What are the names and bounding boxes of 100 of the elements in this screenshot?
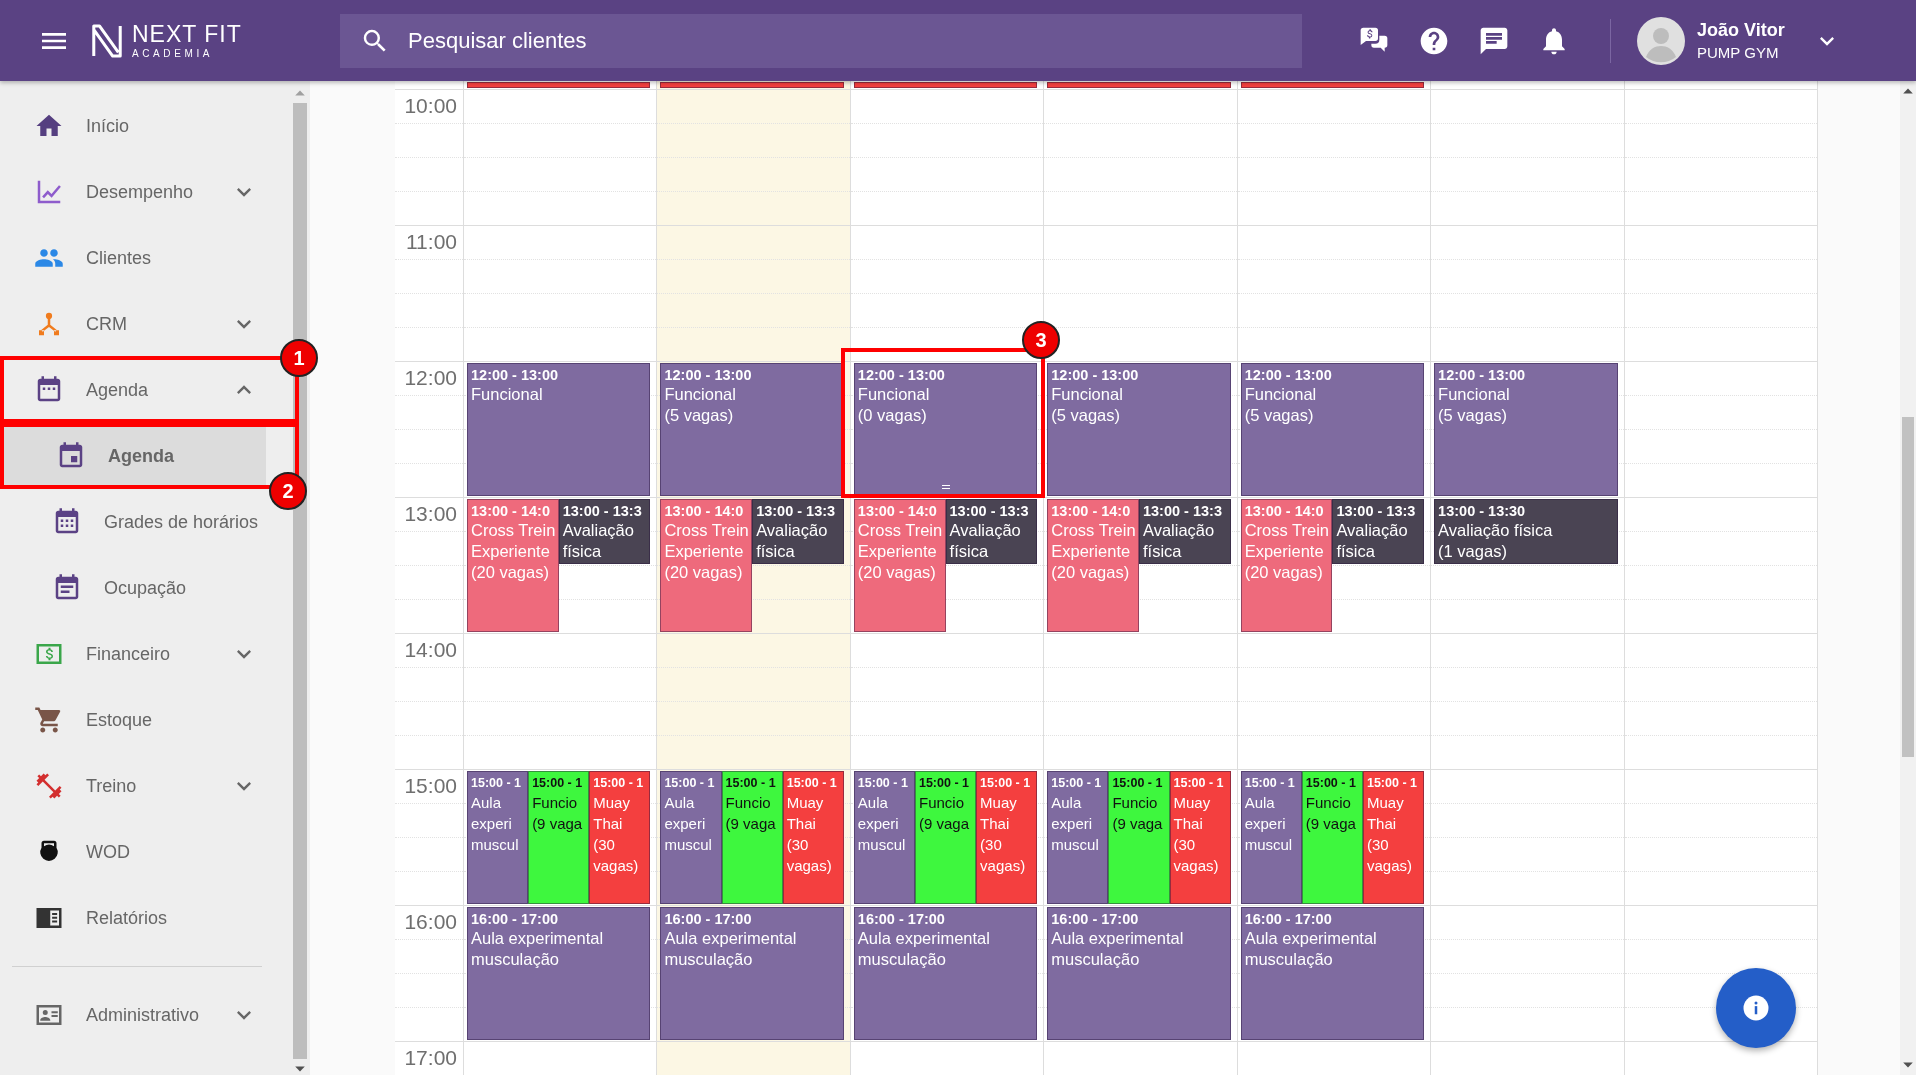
event-time: 16:00 - 17:00 xyxy=(664,910,753,928)
event-block[interactable]: 13:00 - 13:3 Avaliação física xyxy=(752,499,844,564)
event-title: (30 xyxy=(980,835,1003,855)
scrollbar-thumb[interactable] xyxy=(1902,417,1914,757)
sidebar-item[interactable]: Relatórios xyxy=(0,885,266,951)
event-time: 15:00 - 1 xyxy=(664,775,716,792)
event-block[interactable]: 15:00 - 1 Funcio (9 vaga xyxy=(528,771,590,904)
event-block[interactable]: 15:00 - 1 Funcio (9 vaga xyxy=(1108,771,1170,904)
event-block[interactable]: 13:00 - 13:3 Avaliação física xyxy=(1332,499,1425,564)
event-block[interactable]: 15:00 - 1 Funcio (9 vaga xyxy=(721,771,783,904)
event-block[interactable]: 16:00 - 17:00 Aula experimental musculação xyxy=(1240,907,1425,1040)
sidebar-item[interactable]: Desempenho xyxy=(0,159,266,225)
search-field[interactable]: Pesquisar clientes xyxy=(406,26,1282,55)
event-title: muscul xyxy=(1244,835,1294,855)
hour-label: 11:00 xyxy=(406,230,457,254)
event-title: experi xyxy=(1244,814,1287,834)
event-title: (20 vagas) xyxy=(857,562,937,583)
resize-handle[interactable] xyxy=(941,485,950,489)
event-block[interactable]: 13:00 - 14:0 Cross Trein Experiente (20 vagas) xyxy=(660,499,753,632)
event-title: (9 vaga xyxy=(725,814,777,834)
dumbbell-icon xyxy=(34,771,64,801)
event-title: musculação xyxy=(1244,949,1334,970)
event-title: Funcio xyxy=(1305,793,1352,813)
event-title: muscul xyxy=(471,835,520,855)
sidebar-item[interactable]: Agenda xyxy=(0,357,266,423)
event-block[interactable]: 13:00 - 13:3 Avaliação física xyxy=(945,499,1038,564)
event-time: 13:00 - 13:3 xyxy=(949,502,1030,520)
event-title: Cross Trein xyxy=(471,520,555,541)
event-title: (30 xyxy=(786,835,810,855)
hour-label: 13:00 xyxy=(404,502,457,526)
event-title: Avaliação xyxy=(1336,520,1409,541)
company-name: PUMP GYM xyxy=(1697,44,1780,61)
event-title: Experiente xyxy=(1051,541,1132,562)
event-title: Muay xyxy=(980,793,1018,813)
sidebar-item[interactable]: CRM xyxy=(0,291,266,357)
event-block[interactable]: 12:00 - 13:00 Funcional (0 vagas) xyxy=(853,363,1038,496)
event-block[interactable]: 15:00 - 1 Aula experi muscul xyxy=(1240,771,1302,904)
event-title: Funcional xyxy=(857,384,931,405)
event-title: vagas) xyxy=(593,856,640,876)
event-title: Experiente xyxy=(471,541,551,562)
event-title: Thai xyxy=(980,814,1011,834)
sidebar-item[interactable]: Ocupação xyxy=(0,555,266,621)
sidebar-item[interactable]: Financeiro xyxy=(0,621,266,687)
event-block[interactable]: 15:00 - 1 Funcio (9 vaga xyxy=(914,771,977,904)
event-time: 13:00 - 14:0 xyxy=(471,502,551,520)
event-block[interactable]: 13:00 - 13:3 Avaliação física xyxy=(558,499,651,564)
event-block[interactable]: 15:00 - 1 Muay Thai (30 vagas) xyxy=(1169,771,1231,904)
event-block[interactable]: 13:00 - 14:0 Cross Trein Experiente (20 vagas) xyxy=(1047,499,1139,632)
event-block[interactable]: 13:00 - 13:30 Avaliação física (1 vagas) xyxy=(1434,499,1618,564)
event-title: experi xyxy=(664,814,707,834)
event-block[interactable]: 16:00 - 17:00 Aula experimental musculação xyxy=(1047,907,1231,1040)
event-block[interactable]: 12:00 - 13:00 Funcional (5 vagas) xyxy=(1434,363,1618,496)
event-title: Funcio xyxy=(918,793,965,813)
event-block[interactable]: 15:00 - 1 Muay Thai (30 vagas) xyxy=(1362,771,1425,904)
event-block[interactable]: 13:00 - 13:3 Avaliação física xyxy=(1138,499,1231,564)
event-time: 15:00 - 1 xyxy=(471,775,523,792)
event-block[interactable] xyxy=(660,82,844,88)
event-time: 12:00 - 13:00 xyxy=(664,366,753,384)
event-block[interactable]: 13:00 - 14:0 Cross Trein Experiente (20 vagas) xyxy=(1240,499,1333,632)
event-title: Muay xyxy=(1173,793,1212,813)
event-title: Cross Trein xyxy=(857,520,942,541)
event-title: (20 vagas) xyxy=(471,562,550,583)
event-block[interactable]: 12:00 - 13:00 Funcional (5 vagas) xyxy=(1047,363,1231,496)
event-block[interactable]: 16:00 - 17:00 Aula experimental musculação xyxy=(660,907,844,1040)
event-title: Funcio xyxy=(1112,793,1159,813)
sidebar-item[interactable]: Grades de horários xyxy=(0,489,266,555)
search-bar[interactable]: Pesquisar clientes xyxy=(340,13,1302,68)
event-block[interactable]: 12:00 - 13:00 Funcional (5 vagas) xyxy=(1240,363,1425,496)
event-block[interactable]: 15:00 - 1 Muay Thai (30 vagas) xyxy=(782,771,844,904)
event-block[interactable] xyxy=(1240,82,1425,88)
event-block[interactable]: 15:00 - 1 Muay Thai (30 vagas) xyxy=(976,771,1038,904)
event-block[interactable]: 16:00 - 17:00 Aula experimental musculação xyxy=(467,907,651,1040)
sidebar-item[interactable]: Estoque xyxy=(0,687,266,753)
event-block[interactable]: 15:00 - 1 Aula experi muscul xyxy=(660,771,722,904)
event-block[interactable]: 15:00 - 1 Aula experi muscul xyxy=(467,771,529,904)
event-block[interactable]: 15:00 - 1 Funcio (9 vaga xyxy=(1301,771,1363,904)
event-block[interactable]: 13:00 - 14:0 Cross Trein Experiente (20 vagas) xyxy=(853,499,946,632)
event-block[interactable]: 13:00 - 14:0 Cross Trein Experiente (20 vagas) xyxy=(467,499,559,632)
event-block[interactable]: 12:00 - 13:00 Funcional xyxy=(467,363,651,496)
event-time: 15:00 - 1 xyxy=(1305,775,1357,792)
event-block[interactable]: 15:00 - 1 Aula experi muscul xyxy=(1047,771,1109,904)
event-title: Aula xyxy=(1244,793,1276,813)
sidebar-item[interactable]: WOD xyxy=(0,819,266,885)
avatar[interactable] xyxy=(1637,16,1685,65)
event-block[interactable] xyxy=(1047,82,1231,88)
hour-label: 12:00 xyxy=(404,366,457,390)
event-block[interactable] xyxy=(467,82,651,88)
event-block[interactable]: 12:00 - 13:00 Funcional (5 vagas) xyxy=(660,363,844,496)
sidebar-item[interactable]: Treino xyxy=(0,753,266,819)
event-time: 13:00 - 14:0 xyxy=(1244,502,1325,520)
sidebar-item[interactable]: Início xyxy=(0,93,266,159)
event-title: Aula xyxy=(664,793,696,813)
sidebar-item[interactable]: Clientes xyxy=(0,225,266,291)
scrollbar-thumb[interactable] xyxy=(293,103,307,1059)
event-time: 15:00 - 1 xyxy=(1173,775,1225,792)
event-block[interactable]: 15:00 - 1 Muay Thai (30 vagas) xyxy=(589,771,651,904)
event-block[interactable]: 16:00 - 17:00 Aula experimental musculação xyxy=(853,907,1038,1040)
sidebar-item[interactable]: Administrativo xyxy=(0,982,266,1048)
event-block[interactable]: 15:00 - 1 Aula experi muscul xyxy=(853,771,915,904)
event-block[interactable] xyxy=(853,82,1038,88)
